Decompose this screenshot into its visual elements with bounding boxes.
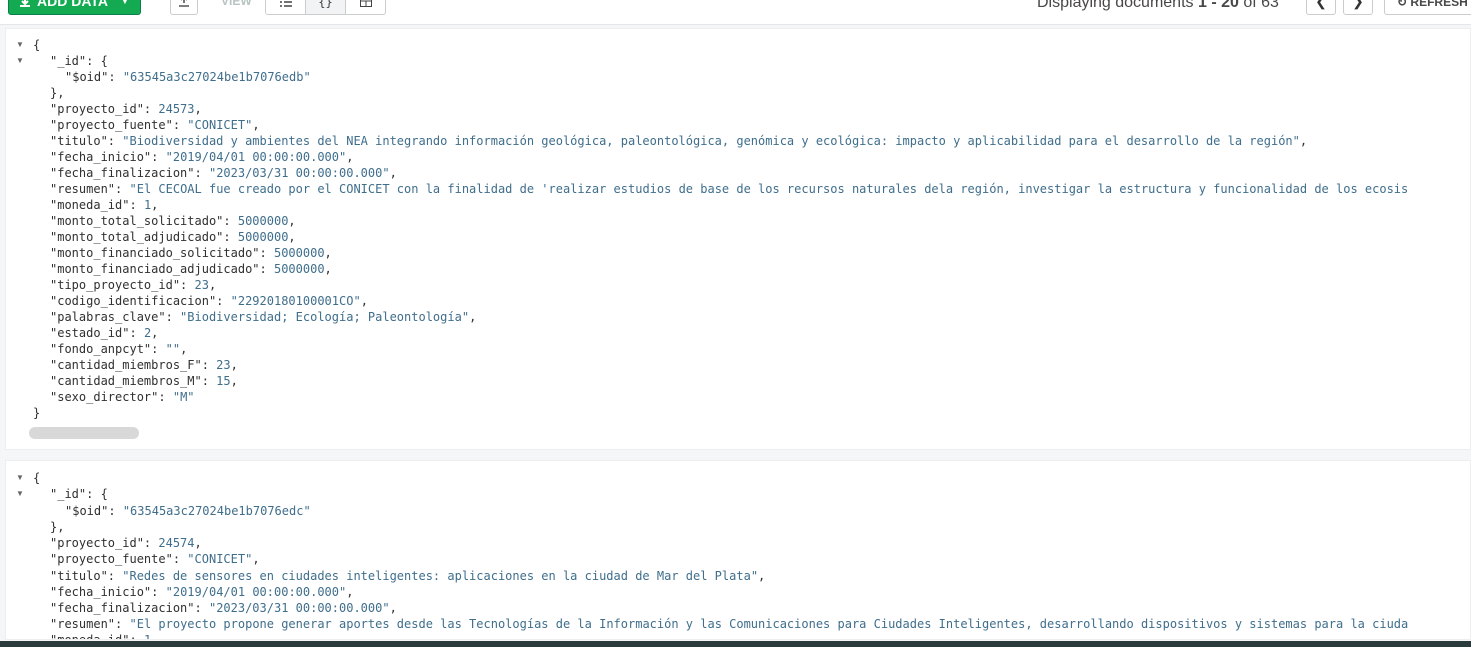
refresh-icon: ↻ bbox=[1397, 0, 1408, 9]
open-brace: { bbox=[33, 471, 41, 485]
field-tipo-proyecto-id: "tipo_proyecto_id": 23, bbox=[50, 278, 217, 292]
field-fecha-finalizacion: "fecha_finalizacion": "2023/03/31 00:00:… bbox=[50, 166, 397, 180]
field-id: "_id": { bbox=[50, 54, 108, 68]
display-suffix: of 63 bbox=[1238, 0, 1279, 11]
field-estado-id: "estado_id": 2, bbox=[50, 326, 159, 340]
collapse-arrow-icon[interactable]: ▼ bbox=[16, 486, 24, 502]
table-view-button[interactable] bbox=[345, 0, 386, 15]
export-button[interactable] bbox=[170, 0, 198, 15]
field-id: "_id": { bbox=[50, 487, 108, 501]
caret-down-icon: ▼ bbox=[120, 0, 130, 7]
document-card[interactable]: ▼ ▼ { "_id": { "$oid": "63545a3c27024be1… bbox=[5, 460, 1471, 640]
field-oid: "$oid": "63545a3c27024be1b7076edc" bbox=[65, 504, 311, 518]
field-monto-total-solicitado: "monto_total_solicitado": 5000000, bbox=[50, 214, 296, 228]
field-palabras-clave: "palabras_clave": "Biodiversidad; Ecolog… bbox=[50, 310, 477, 324]
refresh-button[interactable]: ↻ REFRESH bbox=[1384, 0, 1471, 15]
view-label: VIEW bbox=[221, 0, 252, 8]
field-proyecto-fuente: "proyecto_fuente": "CONICET", bbox=[50, 552, 260, 566]
field-moneda-id: "moneda_id": 1 bbox=[50, 633, 152, 640]
field-cantidad-miembros-f: "cantidad_miembros_F": 23, bbox=[50, 358, 238, 372]
field-proyecto-id: "proyecto_id": 24574, bbox=[50, 536, 202, 550]
refresh-label: REFRESH bbox=[1410, 0, 1468, 9]
field-oid: "$oid": "63545a3c27024be1b7076edb" bbox=[65, 70, 311, 84]
field-proyecto-fuente: "proyecto_fuente": "CONICET", bbox=[50, 118, 260, 132]
previous-page-button[interactable]: ❮ bbox=[1306, 0, 1336, 15]
field-monto-financiado-adjudicado: "monto_financiado_adjudicado": 5000000, bbox=[50, 262, 332, 276]
field-codigo-identificacion: "codigo_identificacion": "22920180100001… bbox=[50, 294, 368, 308]
documents-toolbar: ADD DATA ▼ VIEW {} Displaying documents … bbox=[0, 0, 1471, 25]
field-sexo-director: "sexo_director": "M" bbox=[50, 390, 195, 404]
pagination-summary: Displaying documents 1 - 20 of 63 bbox=[1037, 0, 1279, 12]
field-resumen: "resumen": "El proyecto propone generar … bbox=[50, 617, 1409, 631]
view-toggle-group: {} bbox=[265, 0, 386, 15]
add-data-label: ADD DATA bbox=[37, 0, 109, 9]
json-view-icon: {} bbox=[318, 0, 333, 9]
table-view-icon bbox=[359, 0, 372, 7]
close-id-brace: }, bbox=[50, 86, 65, 100]
field-monto-total-adjudicado: "monto_total_adjudicado": 5000000, bbox=[50, 230, 296, 244]
document-card[interactable]: ▼ ▼ { "_id": { "$oid": "63545a3c27024be1… bbox=[5, 28, 1471, 450]
field-proyecto-id: "proyecto_id": 24573, bbox=[50, 102, 202, 116]
download-icon bbox=[20, 0, 30, 7]
json-view-button[interactable]: {} bbox=[305, 0, 346, 15]
field-monto-financiado-solicitado: "monto_financiado_solicitado": 5000000, bbox=[50, 246, 332, 260]
chevron-right-icon: ❯ bbox=[1352, 0, 1364, 9]
field-resumen: "resumen": "El CECOAL fue creado por el … bbox=[50, 182, 1409, 196]
field-fecha-inicio: "fecha_inicio": "2019/04/01 00:00:00.000… bbox=[50, 585, 354, 599]
next-page-button[interactable]: ❯ bbox=[1343, 0, 1373, 15]
add-data-button[interactable]: ADD DATA ▼ bbox=[8, 0, 141, 15]
field-fecha-finalizacion: "fecha_finalizacion": "2023/03/31 00:00:… bbox=[50, 601, 397, 615]
field-titulo: "titulo": "Redes de sensores en ciudades… bbox=[50, 569, 766, 583]
display-range: 1 - 20 bbox=[1197, 0, 1239, 11]
collapse-arrow-icon[interactable]: ▼ bbox=[16, 53, 24, 69]
field-fecha-inicio: "fecha_inicio": "2019/04/01 00:00:00.000… bbox=[50, 150, 354, 164]
horizontal-scrollbar[interactable] bbox=[29, 427, 139, 439]
close-brace: } bbox=[33, 406, 41, 420]
collapse-arrow-icon[interactable]: ▼ bbox=[16, 470, 24, 486]
field-fondo-anpcyt: "fondo_anpcyt": "", bbox=[50, 342, 188, 356]
chevron-left-icon: ❮ bbox=[1315, 0, 1327, 9]
list-view-icon bbox=[279, 0, 292, 7]
close-id-brace: }, bbox=[50, 520, 65, 534]
collapse-arrow-icon[interactable]: ▼ bbox=[16, 37, 24, 53]
field-moneda-id: "moneda_id": 1, bbox=[50, 198, 159, 212]
open-brace: { bbox=[33, 38, 41, 52]
bottom-status-bar bbox=[0, 641, 1471, 647]
display-prefix: Displaying documents bbox=[1037, 0, 1198, 11]
field-cantidad-miembros-m: "cantidad_miembros_M": 15, bbox=[50, 374, 238, 388]
export-icon bbox=[179, 0, 189, 7]
list-view-button[interactable] bbox=[265, 0, 306, 15]
field-titulo: "titulo": "Biodiversidad y ambientes del… bbox=[50, 134, 1308, 148]
